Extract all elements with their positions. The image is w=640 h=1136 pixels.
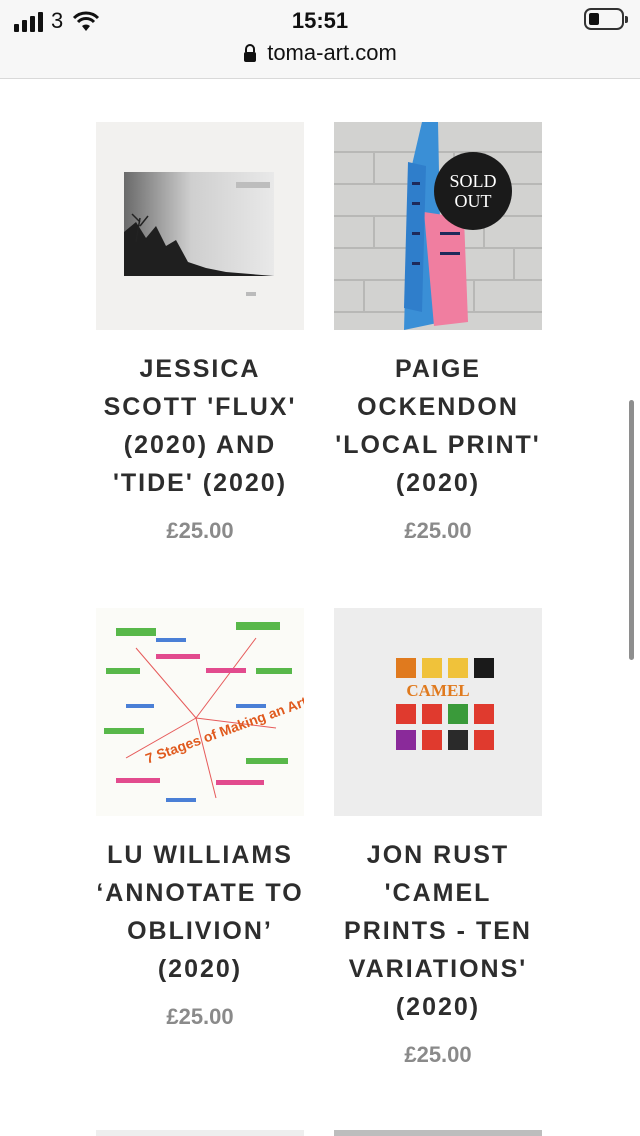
product-price: £25.00 xyxy=(166,518,234,543)
url-text[interactable]: toma-art.com xyxy=(267,40,397,66)
product-price: £25.00 xyxy=(404,1042,472,1067)
product-price: £25.00 xyxy=(404,518,472,543)
browser-status-bar: 3 15:51 toma-art.com xyxy=(0,0,640,79)
product-title[interactable]: PAIGE OCKENDON 'LOCAL PRINT' (2020) xyxy=(334,350,542,502)
scrollbar[interactable] xyxy=(629,400,634,660)
product-card[interactable]: CAMEL JON RUST 'CAMEL PRINTS - TEN VARIA… xyxy=(334,608,542,1068)
product-image[interactable]: 7 Stages of Making an Art Work xyxy=(96,608,304,816)
next-product-image[interactable] xyxy=(96,1130,304,1136)
badge-line: OUT xyxy=(454,191,492,211)
product-card[interactable]: JESSICA SCOTT 'FLUX' (2020) AND 'TIDE' (… xyxy=(96,122,304,544)
product-card[interactable]: 7 Stages of Making an Art Work LU WILLIA… xyxy=(96,608,304,1030)
product-title[interactable]: LU WILLIAMS ‘ANNOTATE TO OBLIVION’ (2020… xyxy=(96,836,304,988)
camel-prints-artwork: CAMEL xyxy=(334,608,542,816)
product-title[interactable]: JON RUST 'CAMEL PRINTS - TEN VARIATIONS'… xyxy=(334,836,542,1026)
product-image[interactable]: CAMEL xyxy=(334,608,542,816)
product-image[interactable]: SOLD OUT xyxy=(334,122,542,330)
product-price: £25.00 xyxy=(166,1004,234,1029)
next-product-image[interactable] xyxy=(334,1130,542,1136)
landscape-print-artwork xyxy=(124,172,274,296)
product-title[interactable]: JESSICA SCOTT 'FLUX' (2020) AND 'TIDE' (… xyxy=(96,350,304,502)
battery-icon xyxy=(584,8,628,30)
product-image[interactable] xyxy=(96,122,304,330)
brick-wall-print-artwork xyxy=(334,122,542,330)
badge-line: SOLD xyxy=(449,171,497,191)
sold-out-badge: SOLD OUT xyxy=(434,152,512,230)
clock: 15:51 xyxy=(291,8,349,33)
address-bar[interactable]: toma-art.com xyxy=(0,40,640,66)
camel-logo-text: CAMEL xyxy=(406,681,469,700)
product-card[interactable]: SOLD OUT PAIGE OCKENDON 'LOCAL PRINT' (2… xyxy=(334,122,542,544)
mind-map-artwork: 7 Stages of Making an Art Work xyxy=(96,608,304,816)
lock-icon xyxy=(244,44,257,62)
